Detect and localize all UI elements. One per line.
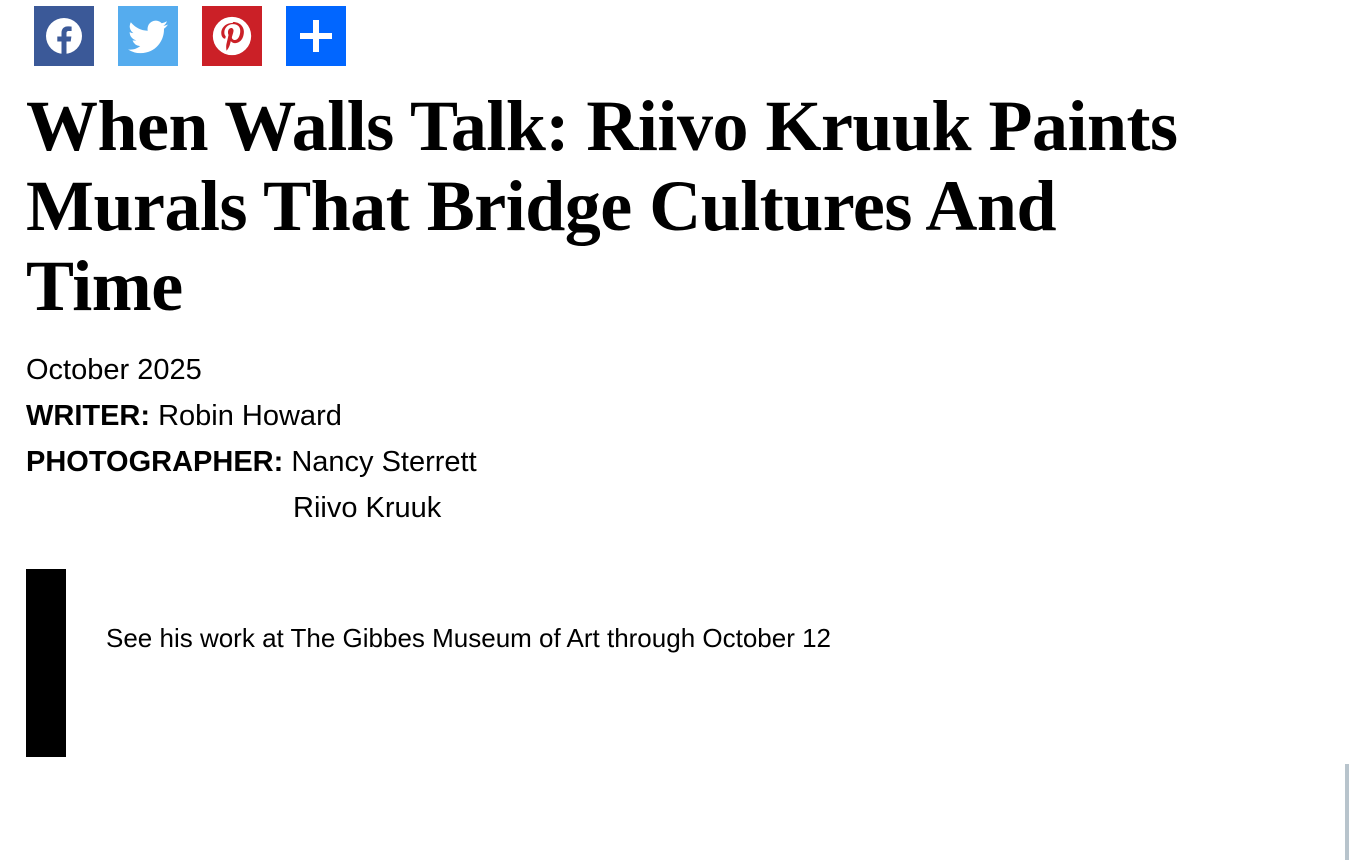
writer-name: Robin Howard (158, 400, 342, 432)
photographer-row: PHOTOGRAPHER: Nancy Sterrett (26, 439, 477, 485)
callout-text: See his work at The Gibbes Museum of Art… (106, 623, 832, 653)
twitter-share-button[interactable] (118, 6, 178, 66)
photographer-name: Riivo Kruuk (293, 492, 442, 524)
pinterest-icon (212, 16, 252, 56)
article-date-row: October 2025 (26, 347, 477, 393)
scrollbar-edge (1345, 764, 1349, 860)
writer-row: WRITER: Robin Howard (26, 393, 477, 439)
article-title: When Walls Talk: Riivo Kruuk Paints Mura… (26, 86, 1316, 326)
article-meta: October 2025 WRITER: Robin Howard PHOTOG… (26, 347, 477, 531)
share-bar (34, 6, 346, 66)
more-share-button[interactable] (286, 6, 346, 66)
article-title-line: Time (26, 246, 183, 326)
facebook-icon (46, 18, 82, 54)
facebook-share-button[interactable] (34, 6, 94, 66)
writer-label: WRITER: (26, 400, 151, 432)
article-date: October 2025 (26, 354, 202, 386)
photographer-label: PHOTOGRAPHER: (26, 446, 284, 478)
article-title-line: Murals That Bridge Cultures And (26, 166, 1057, 246)
photographer-row-2: Riivo Kruuk (26, 485, 477, 531)
pinterest-share-button[interactable] (202, 6, 262, 66)
callout-accent-bar (26, 569, 66, 757)
twitter-icon (128, 20, 169, 54)
plus-icon (300, 20, 332, 52)
article-title-line: When Walls Talk: Riivo Kruuk Paints (26, 86, 1178, 166)
photographer-name: Nancy Sterrett (291, 446, 477, 478)
